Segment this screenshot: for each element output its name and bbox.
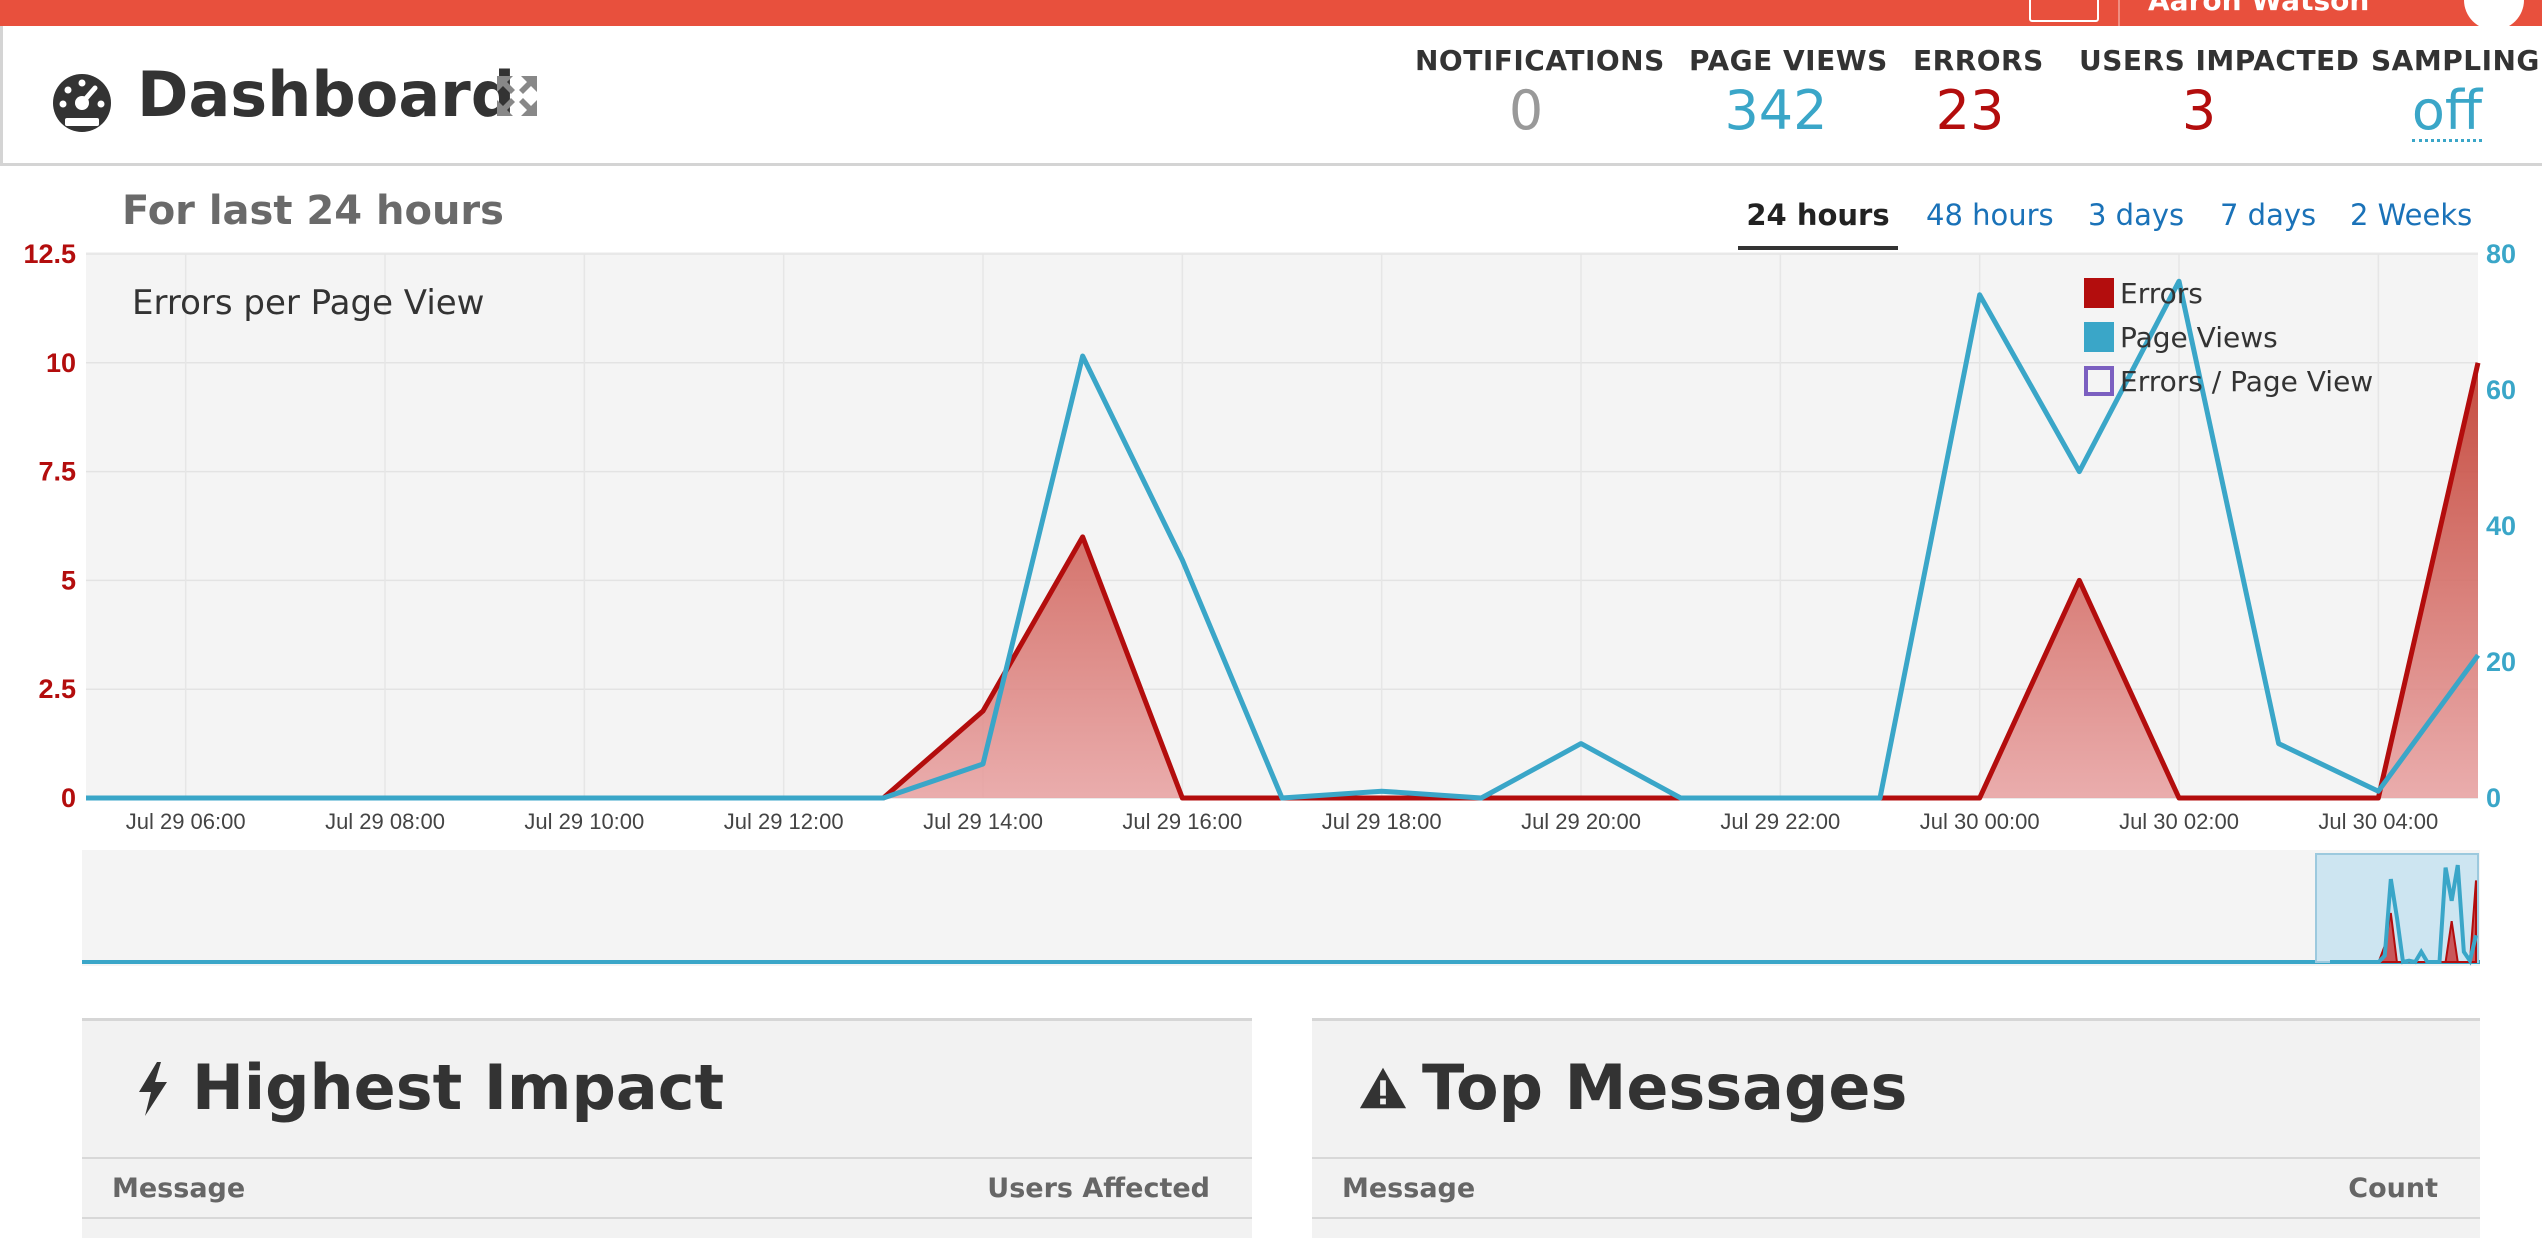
x-axis-tick-label: Jul 30 00:00 — [1920, 809, 2040, 834]
top-messages-panel: Top Messages Message Count — [1312, 1018, 2480, 1238]
left-axis-tick-label: 0 — [61, 783, 76, 813]
left-axis-tick-label: 12.5 — [23, 239, 76, 269]
warning-triangle-icon — [1359, 1067, 1407, 1108]
x-axis-tick-label: Jul 30 02:00 — [2119, 809, 2239, 834]
highest-impact-panel: Highest Impact Message Users Affected — [82, 1018, 1252, 1238]
highest-impact-title: Highest Impact — [192, 1051, 725, 1124]
highest-impact-heading: Highest Impact — [128, 1051, 724, 1124]
legend-label[interactable]: Page Views — [2120, 321, 2278, 354]
top-messages-table-header: Message Count — [1312, 1157, 2480, 1219]
right-axis-tick-label: 0 — [2486, 783, 2501, 813]
left-axis-tick-label: 10 — [46, 348, 76, 378]
errors-per-page-view-chart: 02.557.51012.5 020406080 Jul 29 06:00 Jul… — [23, 239, 2516, 966]
x-axis-tick-label: Jul 29 16:00 — [1122, 809, 1242, 834]
left-axis: 0 2.5 5 7.5 10 12.5 — [23, 239, 76, 813]
right-axis-tick-label: 80 — [2486, 239, 2516, 269]
x-axis-tick-label: Jul 29 18:00 — [1322, 809, 1442, 834]
x-axis-tick-label: Jul 29 14:00 — [923, 809, 1043, 834]
x-axis-tick-label: Jul 29 22:00 — [1720, 809, 1840, 834]
chart-title: Errors per Page View — [132, 283, 484, 323]
column-header-message[interactable]: Message — [112, 1173, 245, 1204]
x-axis-tick-label: Jul 29 10:00 — [524, 809, 644, 834]
column-header-count[interactable]: Count — [2348, 1173, 2438, 1204]
highest-impact-table-header: Message Users Affected — [82, 1157, 1252, 1219]
x-axis-tick-label: Jul 29 06:00 — [126, 809, 246, 834]
legend-swatch — [2084, 278, 2114, 308]
right-axis-tick-label: 40 — [2486, 511, 2516, 541]
right-axis-tick-label: 20 — [2486, 647, 2516, 677]
legend-label[interactable]: Errors — [2120, 277, 2203, 310]
range-navigator[interactable] — [82, 850, 2480, 966]
legend-label[interactable]: Errors / Page View — [2120, 365, 2373, 398]
x-axis-tick-label: Jul 29 08:00 — [325, 809, 445, 834]
x-axis: Jul 29 06:00 Jul 29 08:00 Jul 29 10:00 Jul … — [126, 809, 2439, 834]
right-axis: 0 20 40 60 80 — [2486, 239, 2516, 813]
column-header-users-affected[interactable]: Users Affected — [987, 1173, 1210, 1204]
left-axis-tick-label: 2.5 — [38, 674, 76, 704]
top-messages-heading: Top Messages — [1358, 1051, 1907, 1124]
lightning-bolt-icon — [139, 1061, 167, 1116]
right-axis-tick-label: 60 — [2486, 375, 2516, 405]
x-axis-tick-label: Jul 29 20:00 — [1521, 809, 1641, 834]
left-axis-tick-label: 7.5 — [38, 457, 76, 487]
x-axis-tick-label: Jul 29 12:00 — [724, 809, 844, 834]
top-messages-title: Top Messages — [1422, 1051, 1908, 1124]
column-header-message[interactable]: Message — [1342, 1173, 1475, 1204]
x-axis-tick-label: Jul 30 04:00 — [2318, 809, 2438, 834]
legend-swatch — [2084, 322, 2114, 352]
left-axis-tick-label: 5 — [61, 565, 76, 595]
